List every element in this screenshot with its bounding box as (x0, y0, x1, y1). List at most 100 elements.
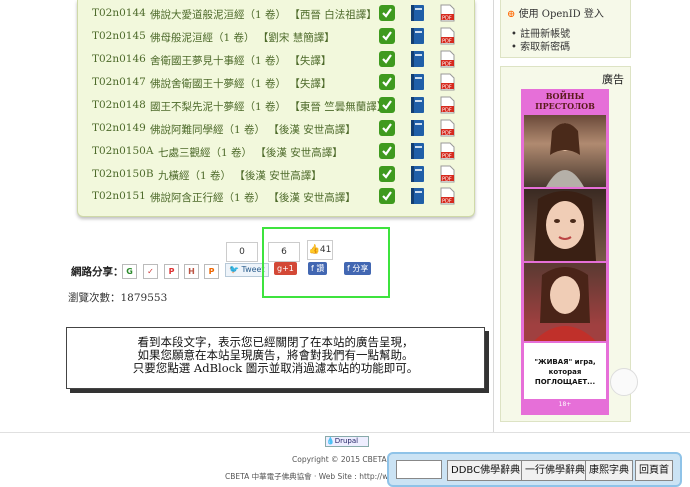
ad-caption-line: "ЖИВАЯ" игра, которая (534, 358, 596, 376)
kangxi-dictionary-button[interactable]: 康熙字典 (585, 460, 633, 481)
openid-login-link[interactable]: ⊕ 使用 OpenID 登入 (507, 5, 604, 20)
epub-book-icon[interactable] (408, 50, 426, 68)
scroll-top-circle[interactable] (610, 368, 638, 396)
read-online-icon[interactable] (378, 142, 396, 160)
plurk-share-icon[interactable]: G (122, 264, 137, 279)
svg-text:PDF: PDF (442, 62, 452, 68)
sutra-title-link[interactable]: 九橫經（1 卷） 【後漢 安世高譯】 (158, 168, 322, 183)
sutra-id: T02n0151 (92, 190, 146, 202)
ad-figure-icon (534, 267, 596, 341)
sutra-row: T02n0150A 七處三觀經（1 卷） 【後漢 安世高譯】 PDF (92, 141, 472, 163)
pdf-icon[interactable]: PDF (438, 96, 456, 114)
sutra-row: T02n0148 國王不梨先泥十夢經（1 卷） 【東晉 竺曇無蘭譯】 PDF (92, 95, 472, 117)
sutra-id: T02n0148 (92, 99, 146, 111)
svg-text:PDF: PDF (442, 39, 452, 45)
ad-banner[interactable]: ВОЙНЫ ПРЕСТОЛОВ "ЖИВАЯ" игра, которая ПО… (521, 89, 609, 415)
ad-image-woman-3 (524, 263, 606, 341)
sutra-row: T02n0145 佛母般泥洹經（1 卷） 【劉宋 慧簡譯】 PDF (92, 26, 472, 48)
read-online-icon[interactable] (378, 187, 396, 205)
sutra-row: T02n0146 舍衛國王夢見十事經（1 卷） 【失譯】 PDF (92, 49, 472, 71)
highlight-box (262, 227, 390, 298)
request-password-link[interactable]: • 索取新密碼 (511, 38, 570, 53)
pdf-icon[interactable]: PDF (438, 165, 456, 183)
pdf-icon[interactable]: PDF (438, 187, 456, 205)
svg-text:PDF: PDF (442, 199, 452, 205)
sutra-title-link[interactable]: 佛說舍衛國王十夢經（1 卷） 【失譯】 (150, 76, 331, 91)
ad-banner-title: ВОЙНЫ ПРЕСТОЛОВ (524, 91, 606, 113)
svg-text:PDF: PDF (442, 154, 452, 160)
funp-share-icon[interactable]: P (204, 264, 219, 279)
ad-title: 廣告 (602, 73, 624, 86)
sutra-title-link[interactable]: 佛說阿難同學經（1 卷） 【後漢 安世高譯】 (150, 122, 356, 137)
ad-image-woman-2 (524, 189, 606, 261)
epub-book-icon[interactable] (408, 96, 426, 114)
read-online-icon[interactable] (378, 119, 396, 137)
svg-text:PDF: PDF (442, 85, 452, 91)
epub-book-icon[interactable] (408, 119, 426, 137)
drupal-icon: 💧 (326, 437, 335, 445)
sutra-id: T02n0146 (92, 53, 146, 65)
svg-text:PDF: PDF (442, 108, 452, 114)
sutra-title-link[interactable]: 佛母般泥洹經（1 卷） 【劉宋 慧簡譯】 (150, 30, 335, 45)
sutra-title-link[interactable]: 七處三觀經（1 卷） 【後漢 安世高譯】 (158, 145, 343, 160)
tweet-count: 0 (226, 242, 258, 262)
pinterest-share-icon[interactable]: P (164, 264, 179, 279)
sutra-row: T02n0151 佛說阿含正行經（1 卷） 【後漢 安世高譯】 PDF (92, 186, 472, 208)
view-count: 瀏覽次數：1879553 (68, 292, 168, 304)
ddbc-dictionary-button[interactable]: DDBC佛學辭典 (447, 460, 525, 481)
ad-figure-icon (546, 123, 584, 187)
sutra-title-link[interactable]: 國王不梨先泥十夢經（1 卷） 【東晉 竺曇無蘭譯】 (150, 99, 387, 114)
epub-book-icon[interactable] (408, 4, 426, 22)
pdf-icon[interactable]: PDF (438, 73, 456, 91)
dictionary-toolbar: DDBC佛學辭典 一行佛學辭典 康熙字典 回頁首 (387, 452, 682, 487)
svg-text:PDF: PDF (442, 16, 452, 22)
sutra-row: T02n0150B 九橫經（1 卷） 【後漢 安世高譯】 PDF (92, 164, 472, 186)
svg-text:PDF: PDF (442, 177, 452, 183)
adblock-notice: 看到本段文字，表示您已經關閉了在本站的廣告呈現， 如果您願意在本站呈現廣告，將會… (66, 327, 485, 389)
ad-image-woman-1 (524, 115, 606, 187)
read-online-icon[interactable] (378, 50, 396, 68)
sutra-list-panel: T02n0144 佛說大愛道般泥洹經（1 卷） 【西晉 白法祖譯】 PDF T0… (77, 0, 475, 217)
sutra-id: T02n0147 (92, 76, 146, 88)
epub-book-icon[interactable] (408, 187, 426, 205)
epub-book-icon[interactable] (408, 165, 426, 183)
ad-figure-icon (534, 191, 596, 261)
bookmark-share-icon[interactable]: ✓ (143, 264, 158, 279)
ad-caption: "ЖИВАЯ" игра, которая ПОГЛОЩАЕТ... (524, 343, 606, 399)
dictionary-search-input[interactable] (396, 460, 442, 479)
openid-login-label: 使用 OpenID 登入 (518, 9, 604, 20)
epub-book-icon[interactable] (408, 73, 426, 91)
ad-age-rating: 18+ (558, 401, 572, 408)
request-password-label: 索取新密碼 (520, 42, 571, 53)
read-online-icon[interactable] (378, 96, 396, 114)
pdf-icon[interactable]: PDF (438, 4, 456, 22)
sutra-id: T02n0150A (92, 145, 154, 157)
sutra-row: T02n0149 佛說阿難同學經（1 卷） 【後漢 安世高譯】 PDF (92, 118, 472, 140)
sutra-id: T02n0145 (92, 30, 146, 42)
read-online-icon[interactable] (378, 4, 396, 22)
pdf-icon[interactable]: PDF (438, 27, 456, 45)
epub-book-icon[interactable] (408, 142, 426, 160)
read-online-icon[interactable] (378, 27, 396, 45)
sutra-title-link[interactable]: 佛說阿含正行經（1 卷） 【後漢 安世高譯】 (150, 190, 356, 205)
hemidemi-share-icon[interactable]: H (184, 264, 199, 279)
twitter-bird-icon: 🐦 (229, 265, 239, 274)
adblock-line: 只要您點選 AdBlock 圖示並取消過濾本站的功能即可。 (132, 361, 419, 375)
ad-caption-line: ПОГЛОЩАЕТ... (534, 378, 596, 386)
pdf-icon[interactable]: PDF (438, 119, 456, 137)
sutra-title-link[interactable]: 佛說大愛道般泥洹經（1 卷） 【西晉 白法祖譯】 (150, 7, 377, 22)
back-to-top-button[interactable]: 回頁首 (635, 460, 673, 481)
read-online-icon[interactable] (378, 165, 396, 183)
read-online-icon[interactable] (378, 73, 396, 91)
yixing-dictionary-button[interactable]: 一行佛學辭典 (521, 460, 589, 481)
drupal-badge[interactable]: 💧Drupal (325, 436, 369, 447)
ad-block: 廣告 ВОЙНЫ ПРЕСТОЛОВ "ЖИВАЯ" игра, которая… (500, 66, 631, 422)
sutra-row: T02n0144 佛說大愛道般泥洹經（1 卷） 【西晉 白法祖譯】 PDF (92, 3, 472, 25)
epub-book-icon[interactable] (408, 27, 426, 45)
pdf-icon[interactable]: PDF (438, 50, 456, 68)
sutra-row: T02n0147 佛說舍衛國王十夢經（1 卷） 【失譯】 PDF (92, 72, 472, 94)
share-label: 網路分享： (71, 266, 124, 278)
sutra-title-link[interactable]: 舍衛國王夢見十事經（1 卷） 【失譯】 (150, 53, 331, 68)
pdf-icon[interactable]: PDF (438, 142, 456, 160)
svg-text:PDF: PDF (442, 131, 452, 137)
